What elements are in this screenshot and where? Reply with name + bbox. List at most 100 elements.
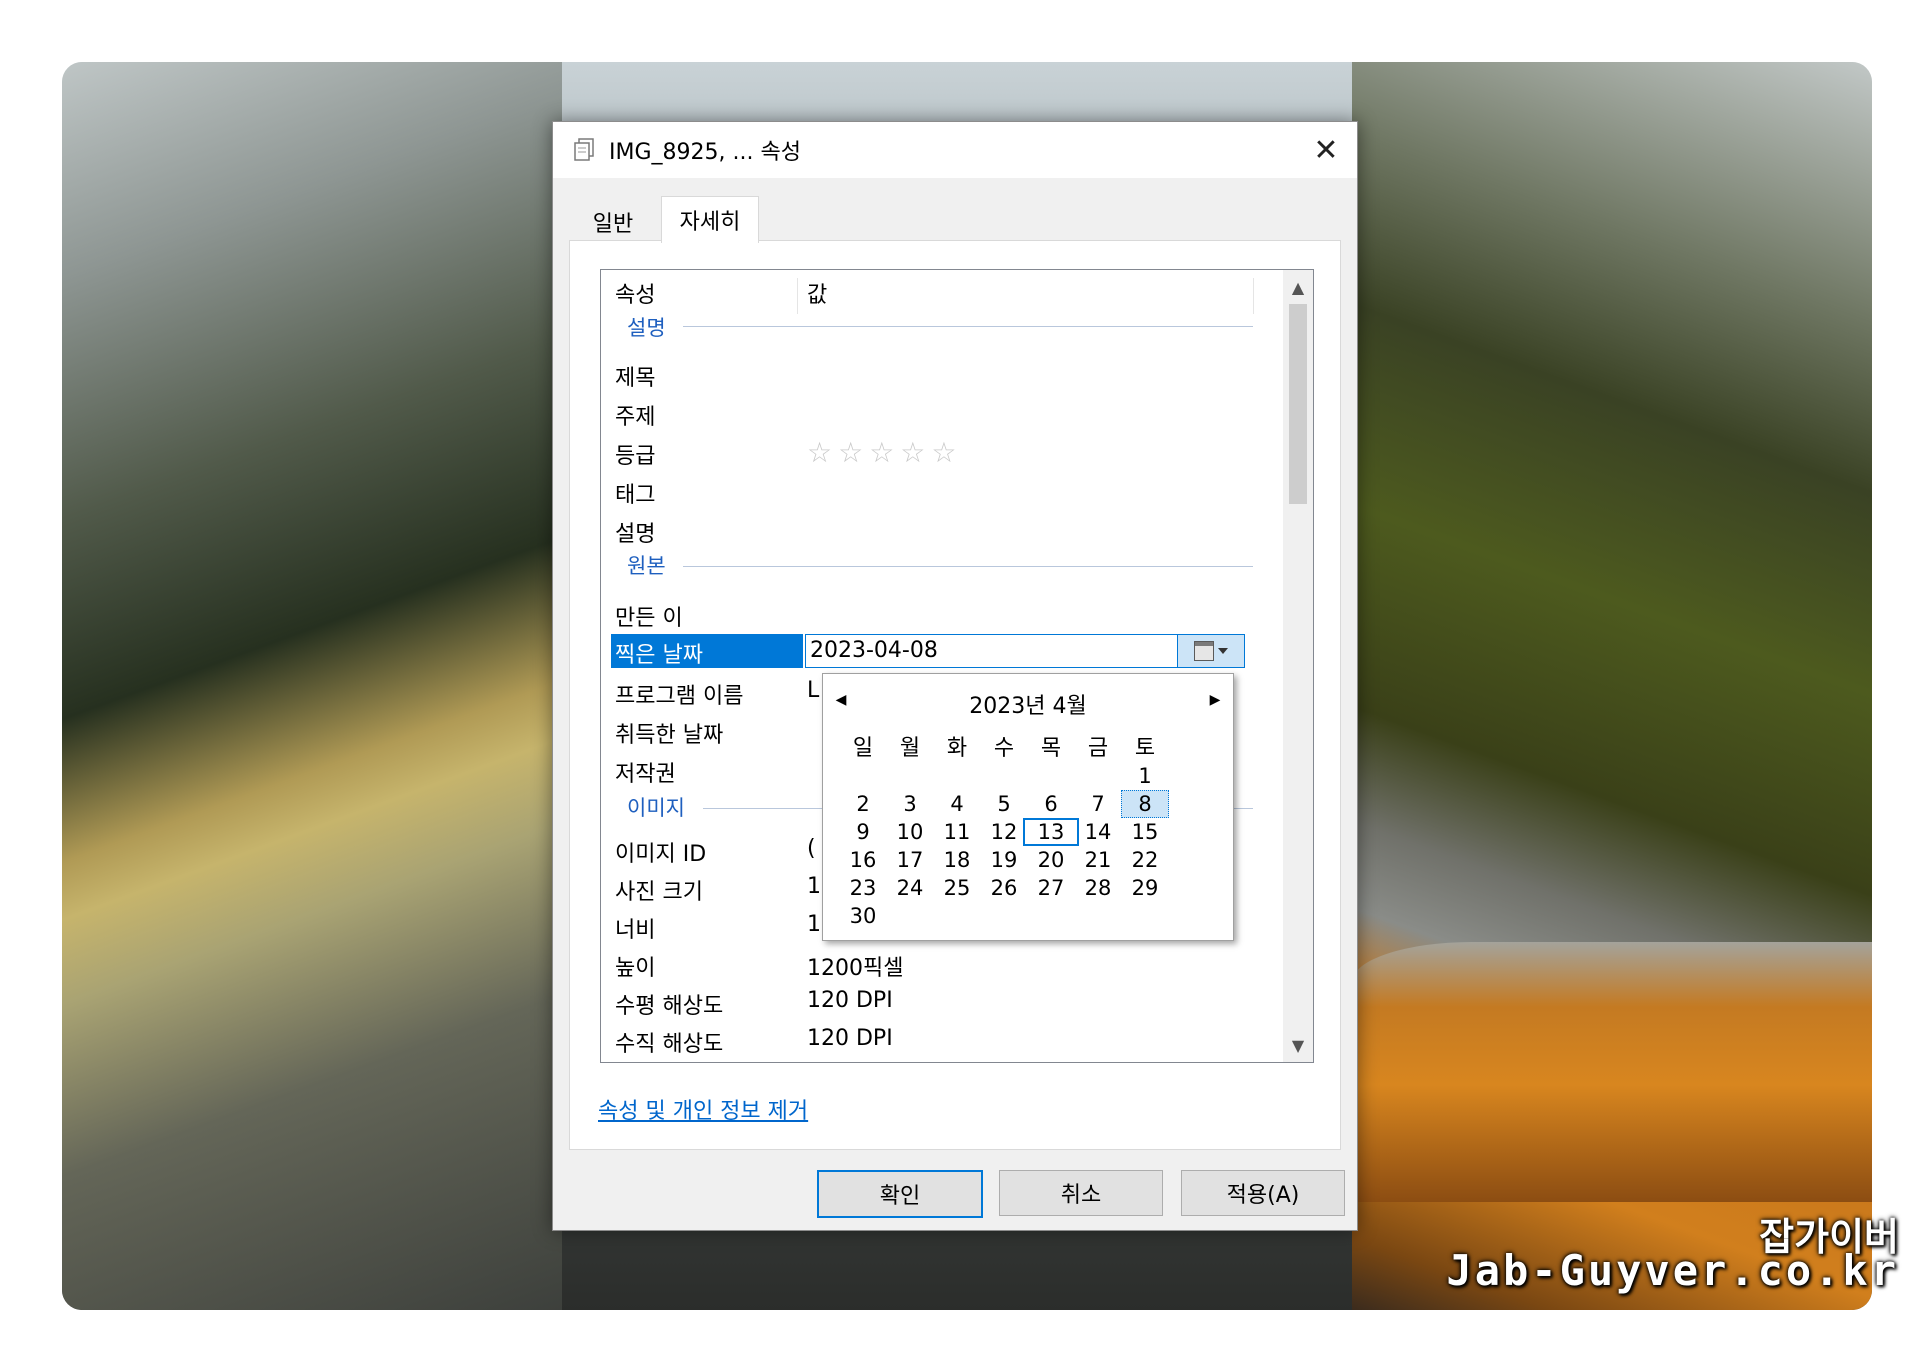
row-vertical-resolution[interactable]: 수직 해상도 120 DPI [611, 1022, 1243, 1058]
calendar-dropdown-button[interactable] [1177, 635, 1244, 667]
column-separator[interactable] [1253, 278, 1254, 314]
calendar-day[interactable]: 13 [1023, 818, 1079, 846]
calendar-day[interactable]: 22 [1121, 846, 1169, 874]
calendar-icon [1194, 641, 1214, 661]
row-value[interactable]: 1 [807, 874, 821, 899]
column-separator[interactable] [797, 278, 798, 314]
row-value[interactable]: 1200픽셀 [807, 950, 903, 982]
row-value[interactable]: ( [807, 836, 816, 861]
row-tags[interactable]: 태그 [611, 473, 1243, 509]
calendar-day[interactable]: 10 [886, 818, 934, 846]
row-label: 이미지 ID [615, 842, 707, 867]
row-label: 높이 [615, 956, 656, 981]
calendar-weekday: 토 [1134, 736, 1156, 761]
row-label: 만든 이 [615, 606, 683, 631]
calendar-day[interactable]: 26 [980, 874, 1028, 902]
remove-properties-link[interactable]: 속성 및 개인 정보 제거 [598, 1093, 808, 1125]
column-header-property[interactable]: 속성 [615, 270, 655, 316]
row-authors[interactable]: 만든 이 [611, 596, 1243, 632]
calendar-day[interactable]: 27 [1027, 874, 1075, 902]
vertical-scrollbar[interactable]: ▲ ▼ [1283, 270, 1313, 1062]
scrollbar-thumb[interactable] [1289, 304, 1307, 504]
row-label: 너비 [615, 918, 656, 943]
row-horizontal-resolution[interactable]: 수평 해상도 120 DPI [611, 984, 1243, 1020]
tab-details[interactable]: 자세히 [661, 196, 759, 243]
row-label: 설명 [615, 522, 656, 547]
calendar-day[interactable]: 29 [1121, 874, 1169, 902]
calendar-weekday: 일 [852, 736, 874, 761]
calendar-day[interactable]: 12 [980, 818, 1028, 846]
row-subject[interactable]: 주제 [611, 395, 1243, 431]
tab-general[interactable]: 일반 [571, 202, 655, 242]
row-label: 수직 해상도 [615, 1032, 724, 1057]
calendar-day[interactable]: 5 [980, 790, 1028, 818]
calendar-day[interactable]: 15 [1121, 818, 1169, 846]
row-label: 저작권 [615, 762, 676, 787]
close-icon: ✕ [1313, 132, 1339, 168]
row-value[interactable]: 120 DPI [807, 1026, 893, 1051]
calendar-day[interactable]: 30 [839, 902, 887, 930]
calendar-day[interactable]: 1 [1121, 762, 1169, 790]
row-value[interactable]: 120 DPI [807, 988, 893, 1013]
calendar-day[interactable]: 23 [839, 874, 887, 902]
row-label-selected: 찍은 날짜 [611, 634, 803, 668]
calendar-day[interactable]: 2 [839, 790, 887, 818]
calendar-weekday: 목 [1040, 736, 1062, 761]
row-value[interactable]: L [807, 678, 819, 703]
group-divider [683, 326, 1253, 327]
calendar-day[interactable]: 19 [980, 846, 1028, 874]
calendar-day[interactable]: 4 [933, 790, 981, 818]
apply-button[interactable]: 적용(A) [1181, 1170, 1345, 1216]
calendar-day[interactable]: 3 [886, 790, 934, 818]
group-divider [683, 566, 1253, 567]
cancel-button[interactable]: 취소 [999, 1170, 1163, 1216]
calendar-day[interactable]: 16 [839, 846, 887, 874]
calendar-day[interactable]: 20 [1027, 846, 1075, 874]
watermark-url: Jab-Guyver.co.kr [1446, 1246, 1899, 1295]
column-header-value[interactable]: 값 [807, 270, 827, 316]
properties-list[interactable]: 속성 값 설명 제목 주제 등급 ☆☆☆☆☆ 태그 설명 원본 만든 이 찍은 … [600, 269, 1314, 1063]
chevron-down-icon [1218, 648, 1228, 654]
calendar-weekday: 월 [899, 736, 921, 761]
window-title: IMG_8925, ... 속성 [609, 140, 801, 165]
calendar-day[interactable]: 6 [1027, 790, 1075, 818]
calendar-day[interactable]: 25 [933, 874, 981, 902]
group-origin: 원본 [627, 554, 666, 578]
date-taken-picker[interactable]: 2023-04-08 [805, 634, 1245, 668]
row-label: 태그 [615, 483, 656, 508]
calendar-day[interactable]: 14 [1074, 818, 1122, 846]
next-month-icon[interactable]: ▶ [1205, 690, 1225, 710]
row-height[interactable]: 높이 1200픽셀 [611, 946, 1243, 982]
row-value[interactable]: 1 [807, 912, 821, 937]
calendar-day[interactable]: 9 [839, 818, 887, 846]
row-label: 등급 [615, 444, 656, 469]
row-label: 찍은 날짜 [615, 643, 703, 668]
date-picker-calendar: ◀ 2023년 4월 ▶ 일 월 화 수 목 금 토 1 2 3 4 5 6 7 8 9 10 11 12 13 14 1… [822, 673, 1234, 941]
row-title[interactable]: 제목 [611, 356, 1243, 392]
calendar-day[interactable]: 11 [933, 818, 981, 846]
calendar-day[interactable]: 28 [1074, 874, 1122, 902]
group-image: 이미지 [627, 796, 685, 820]
row-label: 수평 해상도 [615, 994, 724, 1019]
row-label: 제목 [615, 366, 656, 391]
calendar-day[interactable]: 21 [1074, 846, 1122, 874]
group-description: 설명 [627, 316, 666, 340]
scroll-down-icon[interactable]: ▼ [1283, 1030, 1313, 1060]
ok-button[interactable]: 확인 [817, 1170, 983, 1218]
calendar-weekday: 화 [946, 736, 968, 761]
row-rating[interactable]: 등급 ☆☆☆☆☆ [611, 434, 1243, 470]
row-date-taken[interactable]: 찍은 날짜 2023-04-08 [611, 634, 1245, 668]
calendar-day[interactable]: 18 [933, 846, 981, 874]
row-label: 사진 크기 [615, 880, 703, 905]
rating-stars[interactable]: ☆☆☆☆☆ [807, 436, 963, 469]
close-button[interactable]: ✕ [1295, 122, 1357, 178]
date-taken-input[interactable]: 2023-04-08 [810, 638, 938, 663]
calendar-day[interactable]: 8 [1121, 790, 1169, 818]
calendar-month-title[interactable]: 2023년 4월 [823, 688, 1233, 720]
calendar-day[interactable]: 24 [886, 874, 934, 902]
calendar-day[interactable]: 7 [1074, 790, 1122, 818]
calendar-day[interactable]: 17 [886, 846, 934, 874]
row-comments[interactable]: 설명 [611, 512, 1243, 548]
title-bar[interactable]: IMG_8925, ... 속성 ✕ [553, 122, 1357, 178]
scroll-up-icon[interactable]: ▲ [1283, 272, 1313, 302]
